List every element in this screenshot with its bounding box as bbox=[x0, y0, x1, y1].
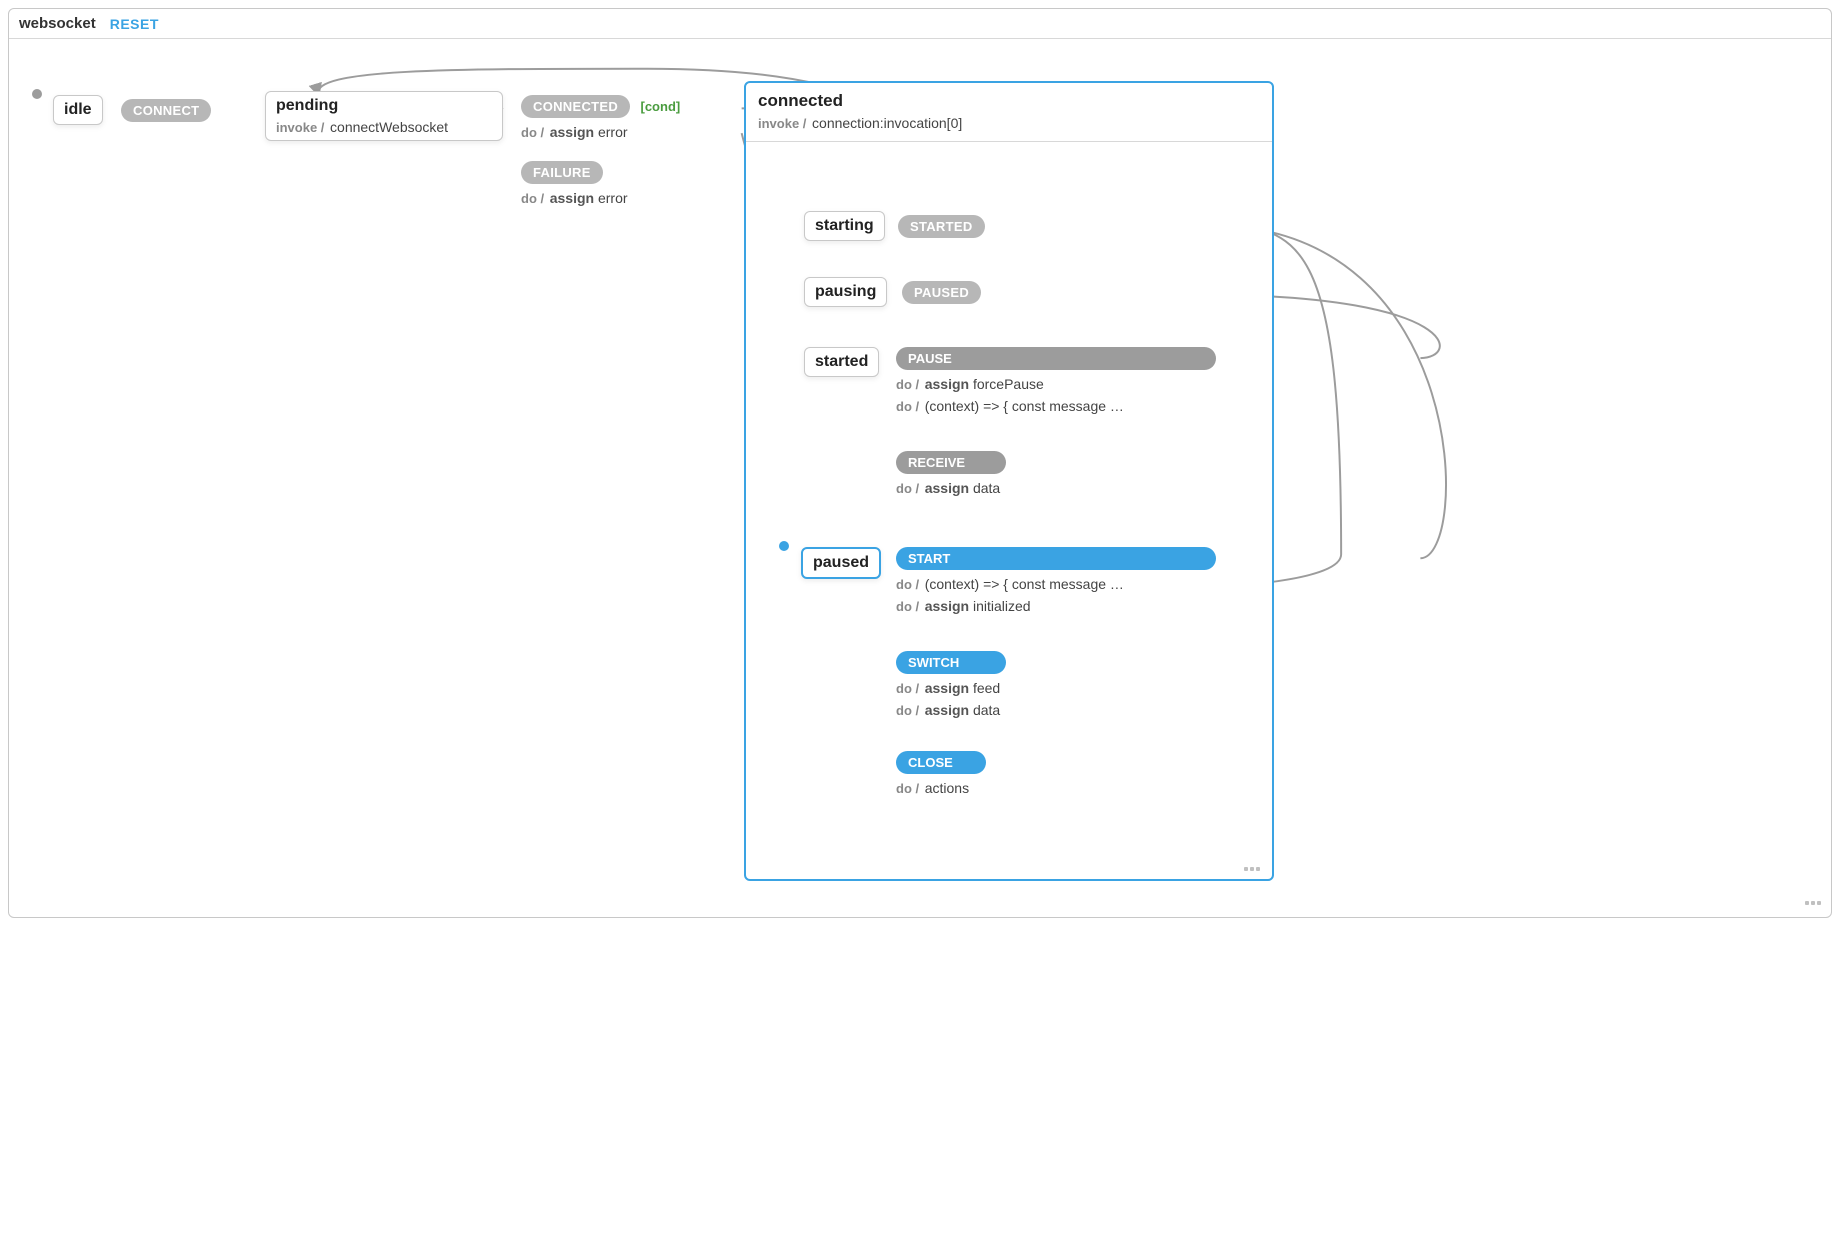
state-pending-label: pending bbox=[276, 97, 338, 114]
assign-kw: assign bbox=[925, 598, 969, 614]
canvas[interactable]: idle CONNECT pending invoke / connectWeb… bbox=[9, 39, 1831, 911]
event-paused-label: PAUSED bbox=[914, 285, 969, 300]
state-connected[interactable]: connected invoke / connection:invocation… bbox=[744, 81, 1274, 881]
assign-kw: assign bbox=[925, 702, 969, 718]
event-pause-r1: forcePause bbox=[969, 376, 1044, 392]
event-receive-r1: data bbox=[969, 480, 1000, 496]
event-failure-assign: error bbox=[594, 190, 627, 206]
reset-button[interactable]: RESET bbox=[110, 16, 159, 32]
do-prefix: do / bbox=[896, 703, 923, 718]
state-pausing[interactable]: pausing bbox=[804, 277, 887, 307]
do-prefix: do / bbox=[896, 781, 923, 796]
event-connected-label: CONNECTED bbox=[533, 99, 618, 114]
event-started[interactable]: STARTED bbox=[898, 215, 985, 238]
state-started[interactable]: started bbox=[804, 347, 879, 377]
event-started-label: STARTED bbox=[910, 219, 973, 234]
resize-handle[interactable] bbox=[1244, 863, 1262, 871]
event-failure[interactable]: FAILURE do / assign error bbox=[521, 161, 628, 206]
event-start-r2: initialized bbox=[969, 598, 1030, 614]
do-prefix: do / bbox=[521, 191, 548, 206]
statechart-panel: websocket RESET bbox=[8, 8, 1832, 918]
resize-handle-outer[interactable] bbox=[1805, 897, 1823, 905]
event-close-label: CLOSE bbox=[908, 755, 953, 770]
do-prefix: do / bbox=[896, 399, 923, 414]
do-prefix: do / bbox=[896, 599, 923, 614]
assign-kw: assign bbox=[925, 480, 969, 496]
state-starting[interactable]: starting bbox=[804, 211, 885, 241]
state-starting-label: starting bbox=[815, 217, 874, 234]
event-connect[interactable]: CONNECT bbox=[121, 99, 211, 122]
state-idle-label: idle bbox=[64, 101, 92, 118]
do-prefix: do / bbox=[896, 681, 923, 696]
panel-header: websocket RESET bbox=[9, 9, 1831, 39]
assign-kw: assign bbox=[550, 190, 594, 206]
state-connected-header: connected invoke / connection:invocation… bbox=[746, 83, 1272, 142]
assign-kw: assign bbox=[925, 680, 969, 696]
event-switch-label: SWITCH bbox=[908, 655, 959, 670]
state-paused-label: paused bbox=[813, 554, 869, 571]
event-start-label: START bbox=[908, 551, 950, 566]
assign-kw: assign bbox=[550, 124, 594, 140]
event-connect-label: CONNECT bbox=[133, 103, 199, 118]
event-connected-assign: error bbox=[594, 124, 627, 140]
state-paused[interactable]: paused bbox=[801, 547, 881, 579]
event-receive-label: RECEIVE bbox=[908, 455, 965, 470]
state-pending-invoke: connectWebsocket bbox=[330, 119, 448, 135]
do-prefix: do / bbox=[896, 377, 923, 392]
state-connected-invoke: connection:invocation[0] bbox=[812, 115, 962, 131]
event-connected-cond: [cond] bbox=[641, 99, 681, 114]
do-prefix: do / bbox=[896, 577, 923, 592]
invoke-prefix: invoke / bbox=[758, 116, 810, 131]
do-prefix: do / bbox=[521, 125, 548, 140]
event-pause[interactable]: PAUSE do / assign forcePause do / (conte… bbox=[896, 347, 1216, 414]
state-pausing-label: pausing bbox=[815, 283, 876, 300]
state-started-label: started bbox=[815, 353, 868, 370]
event-receive[interactable]: RECEIVE do / assign data bbox=[896, 451, 1036, 496]
invoke-prefix: invoke / bbox=[276, 120, 328, 135]
initial-marker-connected bbox=[779, 541, 789, 551]
event-switch-r1: feed bbox=[969, 680, 1000, 696]
event-start[interactable]: START do / (context) => { const message … bbox=[896, 547, 1216, 614]
event-switch[interactable]: SWITCH do / assign feed do / assign data bbox=[896, 651, 1036, 718]
do-prefix: do / bbox=[896, 481, 923, 496]
state-idle[interactable]: idle bbox=[53, 95, 103, 125]
assign-kw: assign bbox=[925, 376, 969, 392]
panel-title: websocket bbox=[19, 15, 96, 32]
event-failure-label: FAILURE bbox=[533, 165, 591, 180]
event-pause-label: PAUSE bbox=[908, 351, 952, 366]
event-close-r1: actions bbox=[925, 780, 969, 796]
event-start-r1: (context) => { const message … bbox=[925, 576, 1124, 592]
event-close[interactable]: CLOSE do / actions bbox=[896, 751, 1006, 796]
event-switch-r2: data bbox=[969, 702, 1000, 718]
initial-marker bbox=[32, 89, 42, 99]
state-pending[interactable]: pending invoke / connectWebsocket bbox=[265, 91, 503, 141]
event-paused[interactable]: PAUSED bbox=[902, 281, 981, 304]
event-connected[interactable]: CONNECTED [cond] do / assign error bbox=[521, 95, 680, 140]
event-pause-r2: (context) => { const message … bbox=[925, 398, 1124, 414]
state-connected-label: connected bbox=[758, 91, 1260, 111]
